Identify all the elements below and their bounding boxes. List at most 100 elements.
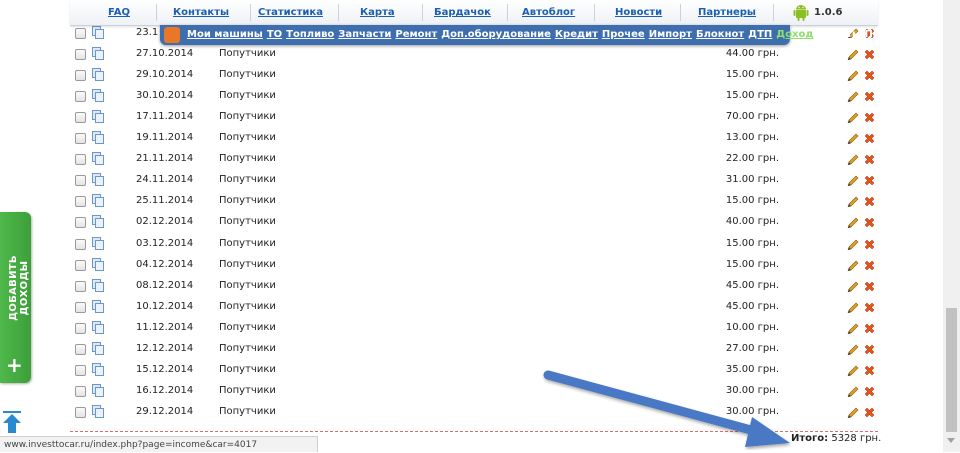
scrollbar-thumb[interactable] <box>946 308 957 432</box>
row-checkbox[interactable] <box>75 259 86 271</box>
pencil-icon[interactable] <box>847 111 859 124</box>
row-checkbox[interactable] <box>75 91 86 103</box>
document-copy-icon[interactable] <box>92 68 104 82</box>
delete-x-icon[interactable] <box>863 216 876 229</box>
submenu-item[interactable]: Мои машины <box>187 29 263 40</box>
delete-x-icon[interactable] <box>863 301 876 314</box>
document-copy-icon[interactable] <box>92 383 104 397</box>
pencil-icon[interactable] <box>847 280 859 292</box>
row-checkbox[interactable] <box>75 112 86 124</box>
pencil-icon[interactable] <box>847 90 859 103</box>
delete-x-icon[interactable] <box>863 238 876 251</box>
delete-x-icon[interactable] <box>863 385 876 398</box>
delete-x-icon[interactable] <box>863 48 876 61</box>
submenu-item[interactable]: Блокнот <box>696 29 744 40</box>
delete-x-icon[interactable] <box>863 90 876 103</box>
submenu-item[interactable]: Ремонт <box>395 29 437 40</box>
submenu-item[interactable]: Доп.оборудование <box>441 29 551 40</box>
nav-faq[interactable]: FAQ <box>104 0 134 25</box>
nav-contacts[interactable]: Контакты <box>170 0 232 25</box>
document-copy-icon[interactable] <box>92 215 104 229</box>
pencil-icon[interactable] <box>847 195 859 208</box>
delete-x-icon[interactable] <box>863 280 876 293</box>
pencil-icon[interactable] <box>847 69 859 82</box>
delete-x-icon[interactable] <box>863 406 876 419</box>
delete-x-icon[interactable] <box>863 111 876 124</box>
submenu-item[interactable]: Запчасти <box>338 29 391 40</box>
document-copy-icon[interactable] <box>92 362 104 376</box>
nav-news[interactable]: Новости <box>615 0 662 25</box>
row-checkbox[interactable] <box>75 196 86 208</box>
row-checkbox[interactable] <box>75 343 86 355</box>
row-checkbox[interactable] <box>75 322 86 334</box>
pencil-icon[interactable] <box>847 385 859 397</box>
submenu-item[interactable]: ДТП <box>748 29 772 40</box>
document-copy-icon[interactable] <box>92 194 104 208</box>
nav-glovebox[interactable]: Бардачок <box>434 0 491 25</box>
document-copy-icon[interactable] <box>92 341 104 355</box>
document-copy-icon[interactable] <box>92 173 104 187</box>
delete-x-icon[interactable] <box>863 259 876 272</box>
submenu-item[interactable]: Импорт <box>649 29 692 40</box>
document-copy-icon[interactable] <box>92 257 104 271</box>
row-checkbox[interactable] <box>75 49 86 61</box>
submenu-item[interactable]: ТО <box>267 29 282 40</box>
row-checkbox[interactable] <box>75 238 86 250</box>
pencil-icon[interactable] <box>847 322 859 334</box>
row-checkbox[interactable] <box>75 28 86 39</box>
submenu-item[interactable]: Топливо <box>286 29 334 40</box>
submenu-item[interactable]: Билеты ПДД <box>817 29 890 40</box>
row-checkbox[interactable] <box>75 133 86 145</box>
document-copy-icon[interactable] <box>92 236 104 250</box>
scroll-to-top-icon[interactable] <box>2 410 22 434</box>
delete-x-icon[interactable] <box>863 343 876 356</box>
document-copy-icon[interactable] <box>92 404 104 418</box>
pencil-icon[interactable] <box>847 153 859 166</box>
document-copy-icon[interactable] <box>92 320 104 334</box>
site-logo-icon[interactable] <box>164 27 180 43</box>
pencil-icon[interactable] <box>847 132 859 145</box>
submenu-item[interactable]: Доход <box>776 29 813 40</box>
nav-autoblog[interactable]: Автоблог <box>522 0 575 25</box>
pencil-icon[interactable] <box>847 343 859 355</box>
document-copy-icon[interactable] <box>92 131 104 145</box>
pencil-icon[interactable] <box>847 406 859 418</box>
pencil-icon[interactable] <box>847 364 859 376</box>
document-copy-icon[interactable] <box>92 26 104 39</box>
row-checkbox[interactable] <box>75 154 86 166</box>
pencil-icon[interactable] <box>847 48 859 61</box>
document-copy-icon[interactable] <box>92 152 104 166</box>
row-checkbox[interactable] <box>75 385 86 397</box>
pencil-icon[interactable] <box>847 238 859 250</box>
row-checkbox[interactable] <box>75 301 86 313</box>
delete-x-icon[interactable] <box>863 195 876 208</box>
page-scrollbar[interactable] <box>943 0 960 452</box>
document-copy-icon[interactable] <box>92 278 104 292</box>
row-checkbox[interactable] <box>75 406 86 418</box>
delete-x-icon[interactable] <box>863 174 876 187</box>
nav-partners[interactable]: Партнеры <box>698 0 756 25</box>
row-checkbox[interactable] <box>75 70 86 82</box>
android-icon[interactable] <box>793 4 809 21</box>
row-checkbox[interactable] <box>75 217 86 229</box>
delete-x-icon[interactable] <box>863 322 876 335</box>
row-checkbox[interactable] <box>75 175 86 187</box>
document-copy-icon[interactable] <box>92 299 104 313</box>
row-checkbox[interactable] <box>75 364 86 376</box>
delete-x-icon[interactable] <box>863 364 876 377</box>
document-copy-icon[interactable] <box>92 89 104 103</box>
delete-x-icon[interactable] <box>863 153 876 166</box>
delete-x-icon[interactable] <box>863 132 876 145</box>
pencil-icon[interactable] <box>847 216 859 229</box>
document-copy-icon[interactable] <box>92 110 104 124</box>
document-copy-icon[interactable] <box>92 47 104 61</box>
pencil-icon[interactable] <box>847 174 859 187</box>
add-income-tab[interactable]: ДОБАВИТЬ ДОХОДЫ + <box>0 212 31 383</box>
pencil-icon[interactable] <box>847 301 859 313</box>
pencil-icon[interactable] <box>847 259 859 271</box>
delete-x-icon[interactable] <box>863 69 876 82</box>
scroll-down-arrow-icon[interactable] <box>947 438 955 443</box>
row-checkbox[interactable] <box>75 280 86 292</box>
submenu-item[interactable]: Прочее <box>602 29 645 40</box>
nav-map[interactable]: Карта <box>360 0 395 25</box>
